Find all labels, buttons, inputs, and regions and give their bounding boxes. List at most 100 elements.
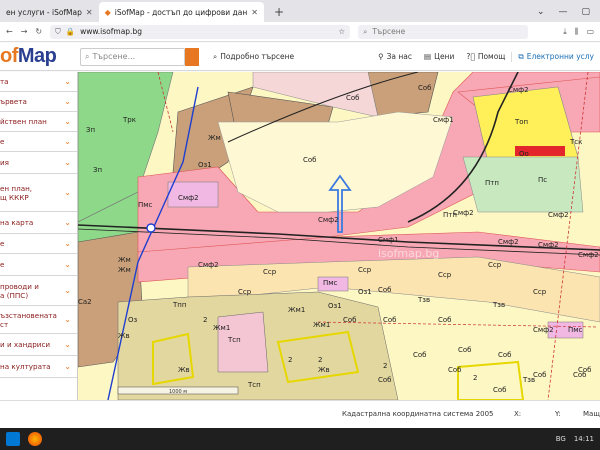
downloads-icon[interactable]: ⤓ <box>563 27 567 37</box>
chevron-down-icon[interactable]: ⌄ <box>64 218 71 227</box>
menu-help[interactable]: ?⃝ Помощ <box>460 52 511 61</box>
firefox-icon[interactable] <box>28 432 42 446</box>
sidebar-item[interactable]: на карта ⌄ <box>0 212 77 234</box>
map-zone-label: Птп <box>485 179 499 187</box>
map-zone-label: Жм <box>208 134 221 142</box>
menu-prices-label: Цени <box>434 52 455 61</box>
maximize-icon[interactable]: ▢ <box>581 7 590 17</box>
chevron-down-icon[interactable]: ⌄ <box>64 158 71 167</box>
sidebar-item-label: и и хандриси <box>0 340 51 349</box>
chevron-down-icon[interactable]: ⌄ <box>64 117 71 126</box>
map-zone-label: Соб <box>303 156 317 164</box>
search-submit-button[interactable] <box>185 47 199 66</box>
forward-icon[interactable]: → <box>21 27 28 36</box>
menu-services[interactable]: ⧉ Електронни услу <box>511 51 600 62</box>
reader-icon[interactable]: ▭ <box>586 27 594 36</box>
sidebar-item[interactable]: е ⌄ <box>0 132 77 152</box>
map-canvas[interactable]: isofmap.bg 1000 м ЗпТркЗпЖмОз1СобСобСобС… <box>78 72 600 400</box>
map-zone-label: Тсп <box>227 336 241 344</box>
x-coord-label: X: <box>514 410 522 418</box>
sidebar-item[interactable]: ия ⌄ <box>0 152 77 174</box>
app-search-input[interactable]: ⌕ Търсене... <box>80 47 185 66</box>
map-zone-label: Пс <box>538 176 547 184</box>
reload-icon[interactable]: ↻ <box>35 27 42 36</box>
browser-tab-2-label: iSofMap - достъп до цифрови дан <box>114 7 248 17</box>
sidebar-item[interactable]: ен план, щ КККР ⌄ <box>0 174 77 212</box>
map-zone-label: 2 <box>473 374 477 382</box>
chevron-down-icon[interactable]: ⌄ <box>64 188 71 197</box>
shield-icon: ⛉ <box>55 26 61 36</box>
start-icon[interactable] <box>6 432 20 446</box>
sidebar-item[interactable]: та ⌄ <box>0 72 77 92</box>
detailed-search-link[interactable]: ⌕ Подробно търсене <box>207 52 300 62</box>
map-zone-label: Тск <box>569 138 582 146</box>
minimize-icon[interactable]: — <box>558 7 567 17</box>
map-zone-label: Смф1 <box>433 116 454 124</box>
bookmark-star-icon[interactable]: ☆ <box>338 27 345 36</box>
sidebar-item-label: йствен план <box>0 117 47 126</box>
close-icon[interactable]: ✕ <box>251 8 258 17</box>
browser-tab-2[interactable]: ◆ iSofMap - достъп до цифрови дан ✕ <box>98 2 264 22</box>
menu-prices[interactable]: ▤ Цени <box>418 52 460 61</box>
chevron-down-icon[interactable]: ⌄ <box>64 97 71 106</box>
sidebar-item-label: е <box>0 239 5 248</box>
chevron-down-icon[interactable]: ⌄ <box>64 340 71 349</box>
url-bar[interactable]: ⛉ 🔒 www.isofmap.bg ☆ <box>50 24 351 39</box>
browser-tab-1[interactable]: ен услуги - iSofMap ✕ <box>0 2 99 22</box>
map-zone-label: 2 <box>203 316 207 324</box>
browser-search-bar[interactable]: ⌕ Търсене <box>358 24 529 39</box>
map-zone-label: Жм <box>118 256 131 264</box>
map-scale-label: 1000 м <box>169 389 187 395</box>
lang-indicator: BG <box>555 435 566 443</box>
sidebar-item[interactable]: ървета ⌄ <box>0 92 77 112</box>
map-zone-label: 2 <box>383 362 387 370</box>
map-zone-label: Смф2 <box>578 251 599 259</box>
map-zone-label: Соб <box>413 351 427 359</box>
isofmap-logo[interactable]: ofMap <box>0 45 80 68</box>
chevron-down-icon[interactable]: ⌄ <box>64 315 71 324</box>
map-zone-label: Соб <box>493 386 507 394</box>
coord-system-label: Кадастрална координатна система 2005 <box>342 410 494 418</box>
map-zone-label: Соб <box>383 316 397 324</box>
chevron-down-icon[interactable]: ⌄ <box>64 286 71 295</box>
sidebar-item[interactable]: на културата ⌄ <box>0 356 77 378</box>
menu-services-label: Електронни услу <box>526 52 594 61</box>
chevron-down-icon[interactable]: ⌄ <box>64 239 71 248</box>
new-tab-button[interactable]: + <box>264 2 294 22</box>
chevron-down-icon[interactable]: ⌄ <box>64 260 71 269</box>
sidebar-item[interactable]: е ⌄ <box>0 254 77 276</box>
status-bar: Кадастрална координатна система 2005 X: … <box>0 400 600 428</box>
external-link-icon: ⧉ <box>518 51 524 61</box>
back-icon[interactable]: ← <box>6 27 13 36</box>
favicon-icon: ◆ <box>104 7 111 17</box>
map-zone-label: Са2 <box>78 298 92 306</box>
close-icon[interactable]: ✕ <box>86 8 93 17</box>
sidebar-item[interactable]: ъзстановената ст ⌄ <box>0 306 77 334</box>
sidebar-item-label: ървета <box>0 97 27 106</box>
sidebar-item-label: проводи и а (ППС) <box>0 281 39 300</box>
map-zone-label: Смф2 <box>198 261 219 269</box>
sidebar-item[interactable]: и и хандриси ⌄ <box>0 334 77 356</box>
map-zone-label: Соб <box>378 286 392 294</box>
sidebar-item[interactable]: проводи и а (ППС) ⌄ <box>0 276 77 306</box>
map-zone-label: Жв <box>178 366 190 374</box>
map-zone-label: 2 <box>288 356 292 364</box>
sidebar-item[interactable]: е ⌄ <box>0 234 77 254</box>
chevron-down-icon[interactable]: ⌄ <box>64 77 71 86</box>
map-zone-label: Соб <box>418 84 432 92</box>
chevron-down-icon[interactable]: ⌄ <box>64 137 71 146</box>
map-zone-label: Жм1 <box>213 324 230 332</box>
library-icon[interactable]: ⫼ <box>575 27 579 37</box>
map-zone-label: Соб <box>346 94 360 102</box>
menu-about[interactable]: ⚲ За нас <box>372 52 418 61</box>
cadastral-map[interactable]: isofmap.bg 1000 м Зп Трк Зп Жм Оз1 Соб Соб Соб С… <box>78 72 600 400</box>
map-zone-label: Тпп <box>172 301 186 309</box>
chevron-down-icon[interactable]: ⌄ <box>64 362 71 371</box>
chevron-down-icon[interactable]: ⌄ <box>537 7 545 17</box>
sidebar-item[interactable]: йствен план ⌄ <box>0 112 77 132</box>
map-zone-label: Тсп <box>247 381 261 389</box>
map-zone-label: Сср <box>358 266 372 274</box>
help-icon: ?⃝ <box>466 52 475 61</box>
browser-search-placeholder: Търсене <box>372 27 406 36</box>
map-zone-label: Соб <box>448 366 462 374</box>
